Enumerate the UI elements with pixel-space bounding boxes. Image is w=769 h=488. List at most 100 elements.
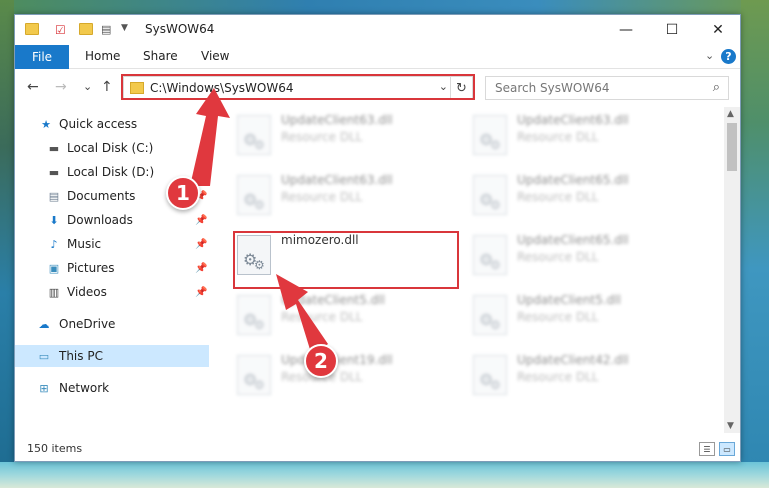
search-input[interactable]: Search SysWOW64 (495, 81, 609, 95)
tab-share[interactable]: Share (143, 49, 178, 63)
file-type: Resource DLL (281, 310, 363, 324)
videos-icon: ▥ (48, 285, 60, 299)
status-bar: 150 items ☰ ▭ (15, 437, 740, 461)
sidebar-item-downloads[interactable]: ⬇ Downloads 📌 (15, 209, 209, 231)
sidebar-item-label: Local Disk (C:) (67, 141, 154, 155)
desktop-background-top (0, 0, 769, 14)
file-name: UpdateClient63.dll (281, 113, 393, 127)
dll-file-icon: ⚙ ⚙ (473, 235, 507, 275)
desktop-background-bottom (0, 462, 769, 488)
chevron-down-icon[interactable]: ▼ (121, 23, 135, 35)
sidebar-item-label: Quick access (59, 117, 138, 131)
dll-file-icon: ⚙ ⚙ (237, 295, 271, 335)
file-item[interactable]: ⚙ ⚙ UpdateClient65.dll Resource DLL (469, 229, 699, 279)
sidebar-item-label: Documents (67, 189, 136, 203)
drive-icon: ▬ (48, 165, 60, 179)
title-bar: ☑ ▤ ▼ SysWOW64 — ☐ ✕ (15, 15, 740, 45)
sidebar-item-onedrive[interactable]: ☁ OneDrive (15, 313, 209, 335)
tab-file[interactable]: File (15, 45, 69, 69)
sidebar-item-label: This PC (59, 349, 103, 363)
scroll-down-icon[interactable]: ▼ (727, 421, 734, 431)
file-type: Resource DLL (517, 310, 599, 324)
desktop-background-right (741, 0, 769, 488)
sidebar-item-pictures[interactable]: ▣ Pictures 📌 (15, 257, 209, 279)
tab-view[interactable]: View (201, 49, 229, 63)
pin-icon[interactable]: 📌 (195, 287, 207, 298)
address-highlight-box (121, 74, 475, 100)
file-item[interactable]: ⚙ ⚙ UpdateClient63.dll Resource DLL (469, 109, 699, 159)
new-folder-icon[interactable] (79, 23, 93, 35)
cloud-icon: ☁ (38, 317, 50, 331)
tab-home[interactable]: Home (85, 49, 120, 63)
details-view-icon[interactable]: ☰ (699, 442, 715, 456)
music-icon: ♪ (50, 237, 58, 251)
file-item[interactable]: ⚙⚙ UpdateClient19.dll Resource DLL (233, 349, 463, 399)
pin-icon[interactable]: 📌 (195, 215, 207, 226)
help-icon[interactable]: ? (721, 49, 736, 64)
minimize-button[interactable]: — (603, 15, 649, 45)
sidebar-item-this-pc[interactable]: ▭ This PC (15, 345, 209, 367)
forward-button[interactable]: → (55, 79, 67, 95)
file-highlight-box (233, 231, 459, 289)
expand-ribbon-icon[interactable]: ⌄ (705, 49, 714, 62)
file-item[interactable]: ⚙ ⚙ UpdateClient5.dll Resource DLL (469, 289, 699, 339)
file-item[interactable]: ⚙ ⚙ UpdateClient65.dll Resource DLL (469, 169, 699, 219)
file-type: Resource DLL (517, 130, 599, 144)
dll-file-icon: ⚙ ⚙ (473, 355, 507, 395)
file-item[interactable]: ⚙ ⚙ UpdateClient63.dll Resource DLL (233, 109, 463, 159)
drive-icon: ▬ (48, 141, 60, 155)
pictures-icon: ▣ (48, 261, 60, 275)
ribbon-tabs: File Home Share View ⌄ ? (15, 45, 740, 69)
sidebar-item-label: Pictures (67, 261, 115, 275)
maximize-button[interactable]: ☐ (649, 15, 695, 45)
scroll-thumb[interactable] (727, 123, 737, 171)
sidebar-item-label: Downloads (67, 213, 133, 227)
file-name: UpdateClient63.dll (517, 113, 629, 127)
large-icons-view-icon[interactable]: ▭ (719, 442, 735, 456)
dll-file-icon: ⚙ ⚙ (473, 115, 507, 155)
step-1-badge: 1 (166, 176, 200, 210)
sidebar-item-music[interactable]: ♪ Music 📌 (15, 233, 209, 255)
sidebar-item-label: Local Disk (D:) (67, 165, 155, 179)
recent-locations-button[interactable]: ⌄ (83, 80, 92, 93)
search-box[interactable]: Search SysWOW64 ⌕ (485, 76, 729, 100)
dll-file-icon: ⚙ ⚙ (473, 295, 507, 335)
sidebar-item-local-disk-c[interactable]: ▬ Local Disk (C:) (15, 137, 209, 159)
dll-file-icon: ⚙ ⚙ (473, 175, 507, 215)
documents-icon: ▤ (48, 189, 60, 203)
file-name: UpdateClient42.dll (517, 353, 629, 367)
dll-file-icon: ⚙ ⚙ (237, 115, 271, 155)
scroll-up-icon[interactable]: ▲ (727, 109, 734, 119)
file-item[interactable]: ⚙ ⚙ UpdateClient63.dll Resource DLL (233, 169, 463, 219)
file-type: Resource DLL (281, 130, 363, 144)
network-icon: ⊞ (39, 381, 49, 395)
sidebar-item-label: Network (59, 381, 110, 395)
desktop-background-left (0, 0, 14, 488)
dll-file-icon: ⚙ ⚙ (237, 355, 271, 395)
file-explorer-window: ☑ ▤ ▼ SysWOW64 — ☐ ✕ File Home Share Vie… (14, 14, 741, 462)
pin-icon[interactable]: 📌 (195, 239, 207, 250)
navigation-pane: ★ Quick access ▬ Local Disk (C:) ▬ Local… (15, 107, 209, 433)
customize-toolbar-icon[interactable]: ▤ (101, 23, 115, 36)
step-2-badge: 2 (304, 344, 338, 378)
file-item[interactable]: ⚙ ⚙ UpdateClient42.dll Resource DLL (469, 349, 699, 399)
vertical-scrollbar[interactable]: ▲ ▼ (724, 107, 740, 433)
file-item[interactable]: ⚙ ⚙ UpdateClient5.dll Resource DLL (233, 289, 463, 339)
file-type: Resource DLL (517, 250, 599, 264)
pin-icon[interactable]: 📌 (195, 263, 207, 274)
file-type: Resource DLL (281, 190, 363, 204)
sidebar-item-network[interactable]: ⊞ Network (15, 377, 209, 399)
sidebar-item-label: Music (67, 237, 102, 251)
sidebar-item-quick-access[interactable]: ★ Quick access (15, 113, 209, 135)
file-name: UpdateClient65.dll (517, 173, 629, 187)
properties-icon[interactable]: ☑ (55, 23, 69, 37)
close-button[interactable]: ✕ (695, 15, 741, 45)
computer-icon: ▭ (38, 349, 50, 363)
sidebar-item-label: Videos (67, 285, 107, 299)
star-icon: ★ (41, 117, 51, 131)
downloads-icon: ⬇ (49, 213, 59, 227)
up-button[interactable]: ↑ (101, 79, 113, 95)
back-button[interactable]: ← (27, 79, 39, 95)
sidebar-item-videos[interactable]: ▥ Videos 📌 (15, 281, 209, 303)
window-title: SysWOW64 (145, 22, 215, 36)
